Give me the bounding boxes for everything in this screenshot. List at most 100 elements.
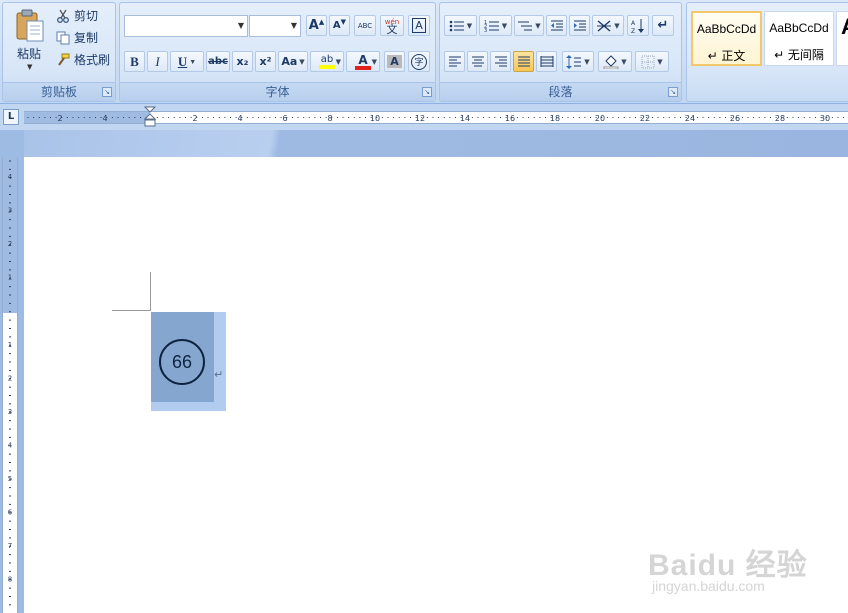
font-color-icon: A	[358, 52, 368, 67]
numbering-dropdown-icon[interactable]: ▼	[502, 22, 507, 30]
borders-dropdown-icon[interactable]: ▼	[657, 58, 662, 66]
vertical-ruler[interactable]: 4 3 2 1 1 2 3 4 5 6 7 8	[2, 157, 18, 613]
font-launcher-icon[interactable]: ↘	[422, 87, 432, 97]
paint-bucket-icon	[603, 54, 619, 69]
page-top-gap	[24, 130, 848, 157]
align-left-icon	[448, 56, 461, 66]
enclose-characters-button[interactable]: 字	[408, 51, 430, 72]
strikethrough-icon: abc	[208, 56, 228, 67]
align-left-button[interactable]	[444, 51, 465, 72]
bullets-dropdown-icon[interactable]: ▼	[467, 22, 472, 30]
ruler-tick-label: 8	[327, 114, 332, 123]
enclose-characters-icon: 字	[411, 53, 427, 70]
superscript-icon: x²	[259, 55, 272, 68]
shading-dropdown-icon[interactable]: ▼	[621, 58, 626, 66]
tab-selector-button[interactable]: L	[3, 109, 19, 125]
vertical-ruler-tick-label: 4	[8, 442, 13, 450]
cut-button[interactable]: 剪切	[56, 7, 98, 24]
line-spacing-dropdown-icon[interactable]: ▼	[584, 58, 589, 66]
underline-icon: U	[177, 53, 188, 69]
vertical-ruler-ticks: 4 3 2 1 1 2 3 4 5 6 7 8	[8, 160, 13, 606]
paste-icon	[16, 9, 44, 42]
crop-mark-horizontal	[112, 310, 151, 311]
styles-group: AaBbCcDd ↵ 正文 AaBbCcDd ↵ 无间隔 A	[686, 2, 848, 102]
ruler-tick-label: 24	[685, 114, 695, 123]
style-normal[interactable]: AaBbCcDd ↵ 正文	[691, 11, 762, 66]
clipboard-launcher-icon[interactable]: ↘	[102, 87, 112, 97]
horizontal-ruler[interactable]: 2 4 6 8 10 12 14 16 18 20 22 24 26 28 30 4 2	[24, 106, 848, 127]
chinese-layout-button[interactable]: ▼	[592, 15, 624, 36]
chinese-layout-dropdown-icon[interactable]: ▼	[614, 22, 619, 30]
bullets-button[interactable]: ▼	[444, 15, 477, 36]
style-heading-1[interactable]: A	[836, 11, 848, 66]
highlight-dropdown-icon[interactable]: ▼	[336, 58, 341, 66]
format-painter-button[interactable]: 格式刷	[56, 51, 110, 68]
paste-button[interactable]: 粘贴 ▼	[7, 5, 51, 77]
align-right-button[interactable]	[490, 51, 511, 72]
justify-button[interactable]	[513, 51, 534, 72]
sort-button[interactable]: AZ	[627, 15, 649, 36]
align-center-icon	[471, 56, 484, 66]
character-shading-button[interactable]: A	[384, 51, 405, 72]
font-color-swatch	[355, 65, 371, 70]
numbering-button[interactable]: 123 ▼	[479, 15, 512, 36]
horizontal-ruler-area: L 2 4 6 8 10 12 14 16 18 20 22 24 26 28 30 4 2	[0, 104, 848, 130]
ribbon: 粘贴 ▼ 剪切 复制 格式刷 剪贴板 ↘ ▼ ▼ A ▲ A ▼ ABC wén…	[0, 0, 848, 104]
cut-label: 剪切	[74, 9, 99, 23]
change-case-button[interactable]: Aa ▼	[278, 51, 308, 72]
highlight-button[interactable]: ab ▼	[310, 51, 344, 72]
bold-button[interactable]: B	[124, 51, 145, 72]
highlight-icon: ab	[320, 53, 334, 65]
distributed-button[interactable]	[536, 51, 557, 72]
clear-format-button[interactable]: ABC	[354, 15, 376, 36]
decrease-indent-button[interactable]	[546, 15, 567, 36]
borders-button[interactable]: ▼	[635, 51, 669, 72]
font-color-button[interactable]: A ▼	[346, 51, 380, 72]
paragraph-mark: ↵	[214, 368, 224, 381]
clipboard-group-label: 剪贴板	[3, 82, 115, 101]
copy-button[interactable]: 复制	[56, 29, 98, 46]
character-border-button[interactable]: A	[408, 15, 430, 36]
italic-button[interactable]: I	[147, 51, 168, 72]
font-size-dropdown-icon[interactable]: ▼	[291, 21, 297, 30]
increase-indent-button[interactable]	[569, 15, 590, 36]
superscript-button[interactable]: x²	[255, 51, 276, 72]
copy-icon	[56, 31, 70, 44]
format-painter-icon	[58, 53, 70, 66]
ruler-tick-label: 30	[820, 114, 830, 123]
shrink-font-button[interactable]: A ▼	[329, 15, 350, 36]
bold-icon: B	[130, 53, 139, 69]
style-no-spacing[interactable]: AaBbCcDd ↵ 无间隔	[764, 11, 834, 66]
font-name-combo[interactable]: ▼	[124, 15, 248, 37]
font-color-dropdown-icon[interactable]: ▼	[372, 58, 377, 66]
font-size-combo[interactable]: ▼	[249, 15, 301, 37]
line-spacing-button[interactable]: ▼	[562, 51, 594, 72]
paragraph-launcher-icon[interactable]: ↘	[668, 87, 678, 97]
align-center-button[interactable]	[467, 51, 488, 72]
change-case-dropdown-icon[interactable]: ▼	[299, 58, 304, 66]
paste-label: 粘贴	[17, 47, 42, 61]
underline-button[interactable]: U ▼	[170, 51, 204, 72]
font-name-dropdown-icon[interactable]: ▼	[238, 21, 244, 30]
underline-dropdown-icon[interactable]: ▼	[189, 58, 196, 66]
paste-dropdown-icon: ▼	[27, 63, 33, 71]
indent-marker-icon[interactable]	[144, 106, 156, 128]
shading-button[interactable]: ▼	[598, 51, 632, 72]
ruler-tick-label: 4	[102, 114, 107, 123]
grow-font-button[interactable]: A ▲	[306, 15, 327, 36]
ruler-tick-label: 14	[460, 114, 470, 123]
multilevel-list-button[interactable]: ▼	[514, 15, 544, 36]
multilevel-list-dropdown-icon[interactable]: ▼	[535, 22, 540, 30]
svg-text:Z: Z	[631, 28, 635, 34]
show-marks-button[interactable]: ↵	[652, 15, 674, 36]
strikethrough-button[interactable]: abc	[206, 51, 230, 72]
ruler-tick-label: 4	[237, 114, 242, 123]
justify-icon	[517, 56, 530, 66]
vertical-ruler-tick-label: 5	[8, 475, 12, 483]
crop-mark-vertical	[150, 272, 151, 311]
phonetic-guide-button[interactable]: wén 文	[380, 15, 404, 36]
copy-label: 复制	[74, 31, 99, 45]
ruler-tick-label: 16	[505, 114, 515, 123]
subscript-button[interactable]: x₂	[232, 51, 253, 72]
enclosed-number[interactable]: 66	[159, 339, 205, 385]
